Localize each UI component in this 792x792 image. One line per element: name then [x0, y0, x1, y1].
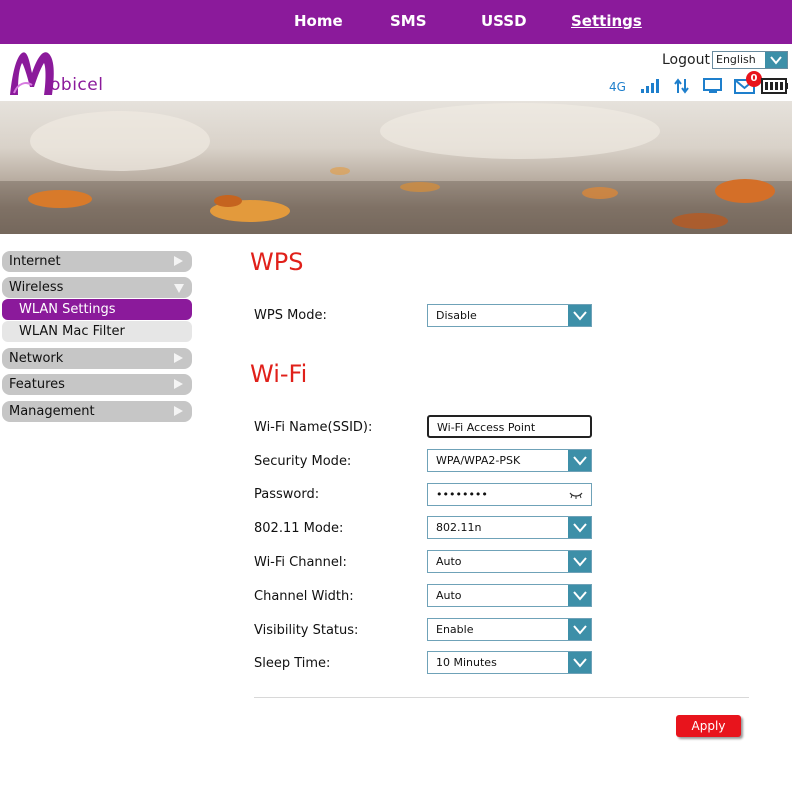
network-type: 4G	[609, 80, 626, 94]
channel-width-value: Auto	[436, 589, 462, 602]
status-bar: 4G 0	[0, 71, 792, 98]
sleep-time-label: Sleep Time:	[254, 656, 331, 671]
eye-closed-icon[interactable]	[569, 490, 583, 500]
password-value: ••••••••	[436, 488, 488, 501]
nav-ussd[interactable]: USSD	[481, 12, 527, 30]
form-divider	[254, 697, 749, 698]
chevron-down-icon	[568, 619, 591, 640]
sidebar-item-label: Wireless	[9, 280, 64, 295]
triangle-right-icon	[174, 353, 183, 363]
nav-home[interactable]: Home	[294, 12, 343, 30]
triangle-right-icon	[174, 379, 183, 389]
channel-width-label: Channel Width:	[254, 589, 354, 604]
wifi-channel-value: Auto	[436, 555, 462, 568]
language-select[interactable]: English	[712, 51, 788, 69]
security-mode-value: WPA/WPA2-PSK	[436, 454, 521, 467]
wps-mode-value: Disable	[436, 309, 477, 322]
sidebar-item-label: Management	[9, 404, 95, 419]
nav-settings[interactable]: Settings	[571, 12, 642, 30]
sidebar-subitem-wlan-settings[interactable]: WLAN Settings	[2, 299, 192, 320]
sleep-time-value: 10 Minutes	[436, 656, 497, 669]
sleep-time-select[interactable]: 10 Minutes	[427, 651, 592, 674]
triangle-right-icon	[174, 256, 183, 266]
chevron-down-icon	[568, 517, 591, 538]
battery-icon	[761, 78, 788, 94]
sidebar-item-features[interactable]: Features	[2, 374, 192, 395]
visibility-status-value: Enable	[436, 623, 474, 636]
language-value: English	[716, 53, 756, 66]
sidebar-subitem-wlan-mac-filter[interactable]: WLAN Mac Filter	[2, 321, 192, 342]
password-label: Password:	[254, 487, 320, 502]
visibility-status-label: Visibility Status:	[254, 623, 359, 638]
sidebar-item-management[interactable]: Management	[2, 401, 192, 422]
sidebar-item-label: Network	[9, 351, 64, 366]
chevron-down-icon	[568, 652, 591, 673]
wps-mode-label: WPS Mode:	[254, 308, 327, 323]
logout-link[interactable]: Logout	[662, 52, 710, 68]
ssid-label: Wi-Fi Name(SSID):	[254, 420, 373, 435]
channel-width-select[interactable]: Auto	[427, 584, 592, 607]
wifi-channel-label: Wi-Fi Channel:	[254, 555, 347, 570]
wps-mode-select[interactable]: Disable	[427, 304, 592, 327]
80211-mode-value: 802.11n	[436, 521, 482, 534]
banner-image	[0, 101, 792, 234]
chevron-down-icon	[568, 450, 591, 471]
security-mode-select[interactable]: WPA/WPA2-PSK	[427, 449, 592, 472]
chevron-down-icon	[568, 551, 591, 572]
top-nav: Home SMS USSD Settings	[0, 0, 792, 44]
ssid-value: Wi-Fi Access Point	[437, 421, 536, 434]
visibility-status-select[interactable]: Enable	[427, 618, 592, 641]
monitor-icon	[703, 78, 722, 93]
sidebar-item-wireless[interactable]: Wireless	[2, 277, 192, 298]
sidebar-item-network[interactable]: Network	[2, 348, 192, 369]
nav-sms[interactable]: SMS	[390, 12, 427, 30]
data-transfer-icon	[674, 78, 689, 94]
triangle-down-icon	[174, 284, 184, 293]
sidebar-item-label: Internet	[9, 254, 61, 269]
chevron-down-icon	[568, 305, 591, 326]
wifi-section-title: Wi-Fi	[250, 360, 308, 388]
triangle-right-icon	[174, 406, 183, 416]
sidebar-item-label: Features	[9, 377, 65, 392]
signal-icon	[641, 79, 659, 93]
80211-mode-select[interactable]: 802.11n	[427, 516, 592, 539]
wps-section-title: WPS	[250, 248, 304, 276]
ssid-input[interactable]: Wi-Fi Access Point	[427, 415, 592, 438]
80211-mode-label: 802.11 Mode:	[254, 521, 344, 536]
sms-count-badge: 0	[746, 71, 762, 87]
password-input[interactable]: ••••••••	[427, 483, 592, 506]
autumn-leaves-photo	[0, 103, 792, 234]
wifi-channel-select[interactable]: Auto	[427, 550, 592, 573]
sidebar-item-internet[interactable]: Internet	[2, 251, 192, 272]
apply-button[interactable]: Apply	[676, 715, 741, 737]
security-mode-label: Security Mode:	[254, 454, 352, 469]
chevron-down-icon	[765, 52, 787, 68]
chevron-down-icon	[568, 585, 591, 606]
